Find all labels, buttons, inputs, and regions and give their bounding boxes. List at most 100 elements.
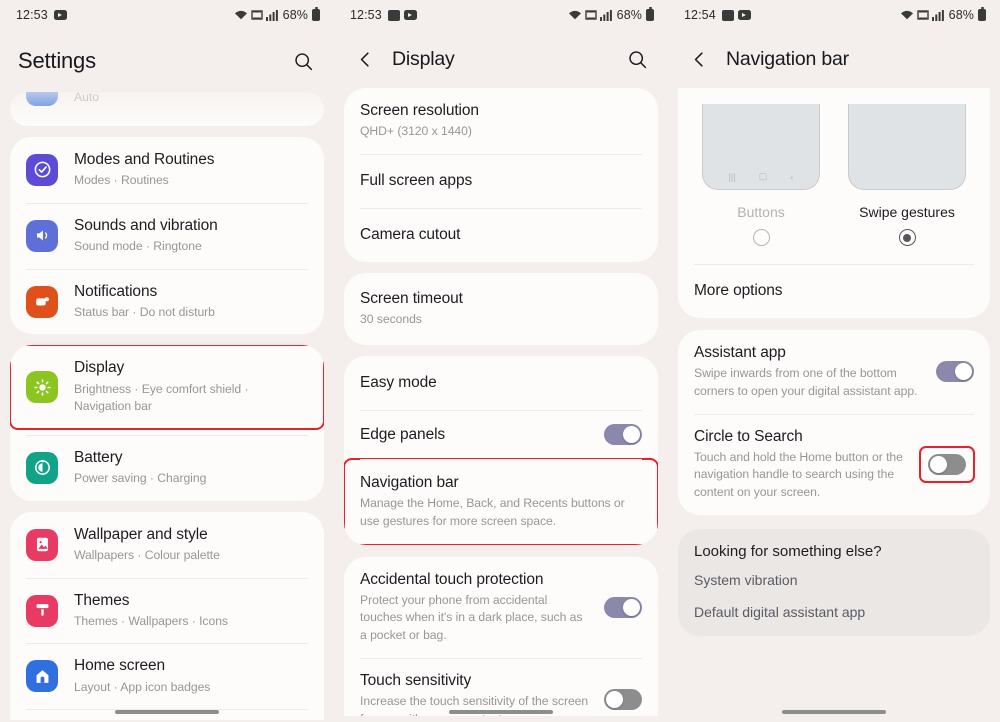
row-subtitle: Power saving · Charging <box>74 470 308 488</box>
display-icon <box>26 371 58 403</box>
battery-icon <box>978 9 986 21</box>
edge-panels-toggle[interactable] <box>604 424 642 445</box>
network-icon <box>917 9 929 21</box>
status-right-icons: 68% <box>568 8 654 22</box>
row-subtitle: Status bar · Do not disturb <box>74 304 308 322</box>
row-subtitle: Manage the Home, Back, and Recents butto… <box>360 495 642 530</box>
status-left-icons <box>54 10 67 20</box>
battery-percent: 68% <box>283 8 308 22</box>
settings-list[interactable]: Quick Share · Samsung Dex · Android Auto… <box>0 92 334 720</box>
list-item-easy-mode[interactable]: Easy mode <box>344 356 658 410</box>
back-chevron-icon[interactable] <box>682 42 716 76</box>
settings-group-3: Wallpaper and style Wallpapers · Colour … <box>10 512 324 720</box>
swipe-gestures-preview-thumbnail <box>848 104 966 190</box>
back-chevron-icon[interactable] <box>348 42 382 76</box>
settings-panel: 12:53 68% Settings Quic <box>0 0 334 722</box>
list-item-edge-panels[interactable]: Edge panels <box>344 410 658 459</box>
youtube-icon <box>738 10 751 20</box>
row-title: Assistant app <box>694 343 922 363</box>
wifi-icon <box>568 9 582 21</box>
display-group-3: Easy mode Edge panels Navigation bar Man… <box>344 356 658 545</box>
status-time: 12:53 <box>16 8 48 22</box>
status-right-icons: 68% <box>234 8 320 22</box>
list-item-circle-to-search[interactable]: Circle to Search Touch and hold the Home… <box>678 414 990 515</box>
signal-icon <box>600 9 612 21</box>
display-list[interactable]: Screen resolution QHD+ (3120 x 1440) Ful… <box>334 88 668 716</box>
status-left-icons <box>722 10 751 21</box>
notifications-icon <box>26 286 58 318</box>
choice-swipe-gestures[interactable]: Swipe gestures <box>834 104 980 246</box>
sidebar-item-themes[interactable]: Themes Themes · Wallpapers · Icons <box>10 578 324 644</box>
row-title: Full screen apps <box>360 171 642 191</box>
row-subtitle: Touch and hold the Home button or the na… <box>694 449 920 502</box>
row-title: Accidental touch protection <box>360 570 590 590</box>
network-icon <box>585 9 597 21</box>
recents-icon: ||| <box>729 172 736 182</box>
footer-link-default-digital-assistant-app[interactable]: Default digital assistant app <box>678 596 990 636</box>
sidebar-item-wallpaper-and-style[interactable]: Wallpaper and style Wallpapers · Colour … <box>10 512 324 578</box>
sidebar-item-display[interactable]: Display Brightness · Eye comfort shield … <box>10 345 324 429</box>
battery-percent: 68% <box>949 8 974 22</box>
footer-link-system-vibration[interactable]: System vibration <box>678 564 990 596</box>
navbar-list[interactable]: ||| ▢ ‹ Buttons Swipe gestures <box>668 88 1000 716</box>
buttons-preview-thumbnail: ||| ▢ ‹ <box>702 104 820 190</box>
three-panel-screenshot: 12:53 68% Settings Quic <box>0 0 1000 722</box>
list-item-screen-timeout[interactable]: Screen timeout 30 seconds <box>344 273 658 345</box>
settings-app-bar: Settings <box>0 30 334 92</box>
row-title: Modes and Routines <box>74 150 308 170</box>
buttons-radio[interactable] <box>753 229 770 246</box>
image-icon <box>388 10 400 21</box>
display-app-bar: Display <box>334 30 668 88</box>
list-item-navigation-bar[interactable]: Navigation bar Manage the Home, Back, an… <box>344 459 658 545</box>
circle-to-search-toggle[interactable] <box>928 454 966 475</box>
sidebar-item-modes-and-routines[interactable]: Modes and Routines Modes · Routines <box>10 137 324 203</box>
list-item-touch-sensitivity[interactable]: Touch sensitivity Increase the touch sen… <box>344 658 658 716</box>
list-item-full-screen-apps[interactable]: Full screen apps <box>344 154 658 208</box>
navbar-style-card: ||| ▢ ‹ Buttons Swipe gestures <box>678 88 990 318</box>
row-title: Screen resolution <box>360 101 642 121</box>
row-subtitle: Layout · App icon badges <box>74 679 308 697</box>
assistant-app-toggle[interactable] <box>936 361 974 382</box>
battery-icon <box>646 9 654 21</box>
status-bar: 12:53 68% <box>334 0 668 30</box>
list-item-screen-resolution[interactable]: Screen resolution QHD+ (3120 x 1440) <box>344 88 658 154</box>
row-subtitle: 30 seconds <box>360 311 642 329</box>
choice-buttons[interactable]: ||| ▢ ‹ Buttons <box>688 104 834 246</box>
display-panel: 12:53 68% Display <box>334 0 668 722</box>
row-title: Screen timeout <box>360 289 642 309</box>
list-item-assistant-app[interactable]: Assistant app Swipe inwards from one of … <box>678 330 990 414</box>
settings-group-2: Display Brightness · Eye comfort shield … <box>10 345 324 500</box>
footer-title: Looking for something else? <box>678 529 990 564</box>
list-item-accidental-touch-protection[interactable]: Accidental touch protection Protect your… <box>344 557 658 658</box>
row-title: Camera cutout <box>360 225 642 245</box>
home-indicator <box>449 710 553 714</box>
choice-label: Buttons <box>737 204 784 220</box>
sidebar-item-sounds-and-vibration[interactable]: Sounds and vibration Sound mode · Ringto… <box>10 203 324 269</box>
row-title: Themes <box>74 591 308 611</box>
swipe-gestures-radio[interactable] <box>899 229 916 246</box>
network-icon <box>251 9 263 21</box>
list-item-camera-cutout[interactable]: Camera cutout <box>344 208 658 262</box>
accidental-touch-protection-toggle[interactable] <box>604 597 642 618</box>
sidebar-item-home-screen[interactable]: Home screen Layout · App icon badges <box>10 643 324 709</box>
signal-icon <box>932 9 944 21</box>
row-subtitle: Protect your phone from accidental touch… <box>360 592 590 645</box>
search-icon[interactable] <box>286 44 320 78</box>
touch-sensitivity-toggle[interactable] <box>604 689 642 710</box>
row-title: Touch sensitivity <box>360 671 590 691</box>
wifi-icon <box>900 9 914 21</box>
home-icon: ▢ <box>759 171 768 182</box>
search-icon[interactable] <box>620 42 654 76</box>
status-bar: 12:53 68% <box>0 0 334 30</box>
navigation-bar-panel: 12:54 68% Navigation bar <box>668 0 1000 722</box>
sidebar-item-battery[interactable]: Battery Power saving · Charging <box>10 435 324 501</box>
choice-label: Swipe gestures <box>859 204 955 220</box>
home-indicator <box>782 710 886 714</box>
status-time: 12:54 <box>684 8 716 22</box>
settings-group-1: Modes and Routines Modes · Routines Soun… <box>10 137 324 334</box>
sidebar-item-notifications[interactable]: Notifications Status bar · Do not distur… <box>10 269 324 335</box>
list-item-more-options[interactable]: More options <box>678 265 990 318</box>
battery-settings-icon <box>26 452 58 484</box>
display-group-4: Accidental touch protection Protect your… <box>344 557 658 716</box>
navbar-app-bar: Navigation bar <box>668 30 1000 88</box>
